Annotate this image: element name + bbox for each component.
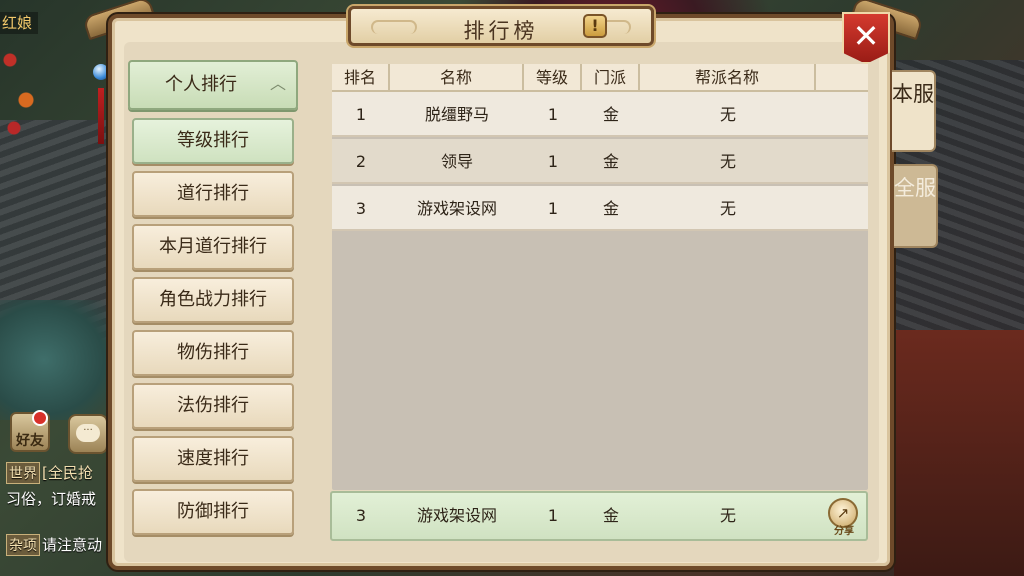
column-spacer — [816, 64, 868, 92]
category-magic-damage-rank[interactable]: 法伤排行 — [132, 383, 294, 429]
friend-label: 好友 — [16, 433, 44, 449]
chat-channel-tag: 杂项 — [6, 534, 40, 556]
chat-line[interactable]: 杂项 请注意动 — [6, 534, 102, 556]
share-label: 分享 — [834, 526, 854, 537]
friend-button[interactable]: 好友 — [10, 410, 50, 452]
notification-dot — [32, 410, 48, 426]
table-row[interactable]: 2 领导 1 金 无 — [332, 139, 868, 184]
gem-icon — [93, 64, 109, 80]
column-guild: 帮派名称 — [640, 64, 816, 92]
table-row[interactable]: 3 游戏架设网 1 金 无 — [332, 186, 868, 231]
flowers-decoration — [0, 40, 40, 140]
my-faction: 金 — [602, 506, 619, 525]
chat-line[interactable]: 世界 [全民抢 — [6, 462, 93, 484]
category-group-personal[interactable]: 个人排行 ︿ — [128, 60, 298, 110]
category-monthly-daoxing-rank[interactable]: 本月道行排行 — [132, 224, 294, 270]
table-header: 排名 名称 等级 门派 帮派名称 — [332, 64, 868, 92]
category-physical-damage-rank[interactable]: 物伤排行 — [132, 330, 294, 376]
chat-text: 请注意动 — [42, 536, 103, 554]
chat-channel-tag: 世界 — [6, 462, 40, 484]
category-defense-rank[interactable]: 防御排行 — [132, 489, 294, 535]
panel-title-bar: 排行榜 ! — [348, 6, 654, 46]
share-button[interactable]: ↗ 分享 — [828, 498, 860, 537]
chevron-up-icon: ︿ — [270, 74, 287, 93]
category-speed-rank[interactable]: 速度排行 — [132, 436, 294, 482]
chat-button[interactable]: ··· — [68, 414, 108, 454]
tab-this-server[interactable]: 本服 — [892, 70, 936, 152]
cell-guild: 无 — [719, 199, 736, 218]
cell-faction: 金 — [602, 105, 619, 124]
my-rank: 3 — [355, 506, 367, 525]
deck-right-decoration — [894, 330, 1024, 576]
my-guild: 无 — [719, 506, 736, 525]
column-faction: 门派 — [582, 64, 640, 92]
cell-name: 游戏架设网 — [416, 199, 497, 218]
pond-decoration — [0, 300, 110, 420]
cell-name: 领导 — [440, 152, 473, 171]
cell-level: 1 — [547, 105, 559, 124]
category-level-rank[interactable]: 等级排行 — [132, 118, 294, 164]
ranking-table[interactable]: 排名 名称 等级 门派 帮派名称 1 脱缰野马 1 金 无 2 领导 1 金 无… — [332, 64, 868, 490]
cell-level: 1 — [547, 199, 559, 218]
cell-rank: 3 — [355, 199, 367, 218]
category-daoxing-rank[interactable]: 道行排行 — [132, 171, 294, 217]
chat-text: 习俗，订婚戒 — [6, 490, 97, 508]
cell-faction: 金 — [602, 199, 619, 218]
table-row[interactable]: 1 脱缰野马 1 金 无 — [332, 92, 868, 137]
my-name: 游戏架设网 — [416, 506, 497, 525]
npc-name-label[interactable]: 红娘 — [0, 12, 39, 34]
cell-name: 脱缰野马 — [424, 105, 489, 124]
column-level: 等级 — [524, 64, 582, 92]
my-rank-row: 3 游戏架设网 1 金 无 ↗ 分享 — [330, 491, 868, 541]
column-name: 名称 — [390, 64, 524, 92]
column-rank: 排名 — [332, 64, 390, 92]
cell-rank: 2 — [355, 152, 367, 171]
tab-all-servers[interactable]: 全服 — [894, 164, 938, 248]
category-combat-power-rank[interactable]: 角色战力排行 — [132, 277, 294, 323]
tassel-icon — [98, 88, 104, 144]
chat-line[interactable]: 习俗，订婚戒 — [6, 488, 96, 509]
cell-rank: 1 — [355, 105, 367, 124]
info-icon[interactable]: ! — [583, 14, 607, 38]
cell-faction: 金 — [602, 152, 619, 171]
category-group-label: 个人排行 — [165, 74, 237, 95]
cell-guild: 无 — [719, 152, 736, 171]
cell-guild: 无 — [719, 105, 736, 124]
chat-icon: ··· — [76, 424, 100, 442]
chat-text: [全民抢 — [42, 464, 93, 482]
cell-level: 1 — [547, 152, 559, 171]
my-level: 1 — [547, 506, 559, 525]
